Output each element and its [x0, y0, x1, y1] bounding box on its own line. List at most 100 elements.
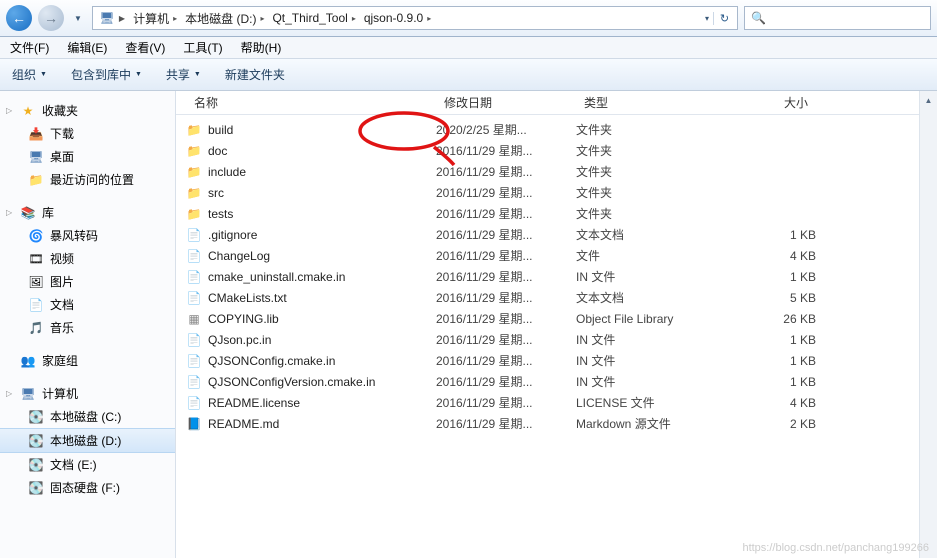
file-date: 2016/11/29 星期... [436, 268, 576, 285]
file-type: Object File Library [576, 312, 736, 326]
sidebar-computer[interactable]: ▷🖥计算机 [0, 382, 175, 405]
file-row[interactable]: 📄QJson.pc.in2016/11/29 星期...IN 文件1 KB [176, 329, 937, 350]
watermark: https://blog.csdn.net/panchang199266 [742, 542, 929, 554]
file-row[interactable]: 📘README.md2016/11/29 星期...Markdown 源文件2 … [176, 413, 937, 434]
file-type: 文件夹 [576, 142, 736, 159]
sidebar-item-downloads[interactable]: 📥下载 [0, 122, 175, 145]
scrollbar-vertical[interactable]: ▲ [919, 91, 937, 558]
recent-icon: 📁 [28, 172, 44, 188]
address-bar[interactable]: 🖥▶ 计算机▸ 本地磁盘 (D:)▸ Qt_Third_Tool▸ qjson-… [92, 6, 738, 30]
file-icon: 📄 [186, 290, 202, 306]
breadcrumb-segment[interactable]: qjson-0.9.0▸ [360, 11, 435, 25]
sidebar-item-storm[interactable]: 🌀暴风转码 [0, 224, 175, 247]
history-dropdown-icon[interactable]: ▼ [70, 14, 86, 23]
file-row[interactable]: 📄QJSONConfigVersion.cmake.in2016/11/29 星… [176, 371, 937, 392]
sidebar-item-drive-c[interactable]: 💽本地磁盘 (C:) [0, 405, 175, 428]
include-library-button[interactable]: 包含到库中 ▼ [71, 66, 142, 83]
file-type: 文件夹 [576, 121, 736, 138]
file-row[interactable]: 📁build2020/2/25 星期...文件夹 [176, 119, 937, 140]
sidebar-favorites[interactable]: ▷★收藏夹 [0, 99, 175, 122]
organize-button[interactable]: 组织 ▼ [12, 66, 47, 83]
sidebar-item-music[interactable]: 🎵音乐 [0, 316, 175, 339]
file-name: src [208, 186, 224, 200]
sidebar-item-drive-f[interactable]: 💽固态硬盘 (F:) [0, 476, 175, 499]
file-date: 2016/11/29 星期... [436, 373, 576, 390]
file-type: 文件 [576, 247, 736, 264]
file-row[interactable]: 📄ChangeLog2016/11/29 星期...文件4 KB [176, 245, 937, 266]
file-row[interactable]: 📄.gitignore2016/11/29 星期...文本文档1 KB [176, 224, 937, 245]
nav-bar: ← → ▼ 🖥▶ 计算机▸ 本地磁盘 (D:)▸ Qt_Third_Tool▸ … [0, 0, 937, 37]
new-folder-button[interactable]: 新建文件夹 [225, 66, 285, 83]
folder-icon: 📁 [186, 143, 202, 159]
sidebar-homegroup[interactable]: 👥家庭组 [0, 349, 175, 372]
search-input[interactable]: 🔍 [744, 6, 931, 30]
file-name: doc [208, 144, 227, 158]
chevron-down-icon: ▷ [6, 106, 14, 115]
document-icon: 📄 [28, 297, 44, 313]
menu-file[interactable]: 文件(F) [10, 39, 49, 56]
file-size: 1 KB [736, 228, 816, 242]
file-row[interactable]: 📄README.license2016/11/29 星期...LICENSE 文… [176, 392, 937, 413]
column-date[interactable]: 修改日期 [436, 94, 576, 111]
file-row[interactable]: ▦COPYING.lib2016/11/29 星期...Object File … [176, 308, 937, 329]
storm-icon: 🌀 [28, 228, 44, 244]
menu-view[interactable]: 查看(V) [125, 39, 165, 56]
sidebar-item-desktop[interactable]: 🖥桌面 [0, 145, 175, 168]
column-size[interactable]: 大小 [736, 94, 816, 111]
file-name: CMakeLists.txt [208, 291, 287, 305]
column-name[interactable]: 名称 [186, 94, 436, 111]
drive-icon: 💽 [28, 409, 44, 425]
forward-button[interactable]: → [38, 5, 64, 31]
file-type: 文本文档 [576, 289, 736, 306]
file-name: QJson.pc.in [208, 333, 271, 347]
toolbar: 组织 ▼ 包含到库中 ▼ 共享 ▼ 新建文件夹 [0, 59, 937, 91]
sidebar-item-drive-d[interactable]: 💽本地磁盘 (D:) [0, 428, 175, 453]
file-name: .gitignore [208, 228, 257, 242]
file-icon: 📄 [186, 269, 202, 285]
file-pane: 名称 修改日期 类型 大小 📁build2020/2/25 星期...文件夹 📁 d… [176, 91, 937, 558]
file-date: 2016/11/29 星期... [436, 289, 576, 306]
breadcrumb-segment[interactable]: Qt_Third_Tool▸ [268, 11, 359, 25]
file-name: build [208, 123, 233, 137]
file-row[interactable]: 📄QJSONConfig.cmake.in2016/11/29 星期...IN … [176, 350, 937, 371]
file-size: 4 KB [736, 396, 816, 410]
breadcrumb-segment[interactable]: 计算机▸ [129, 10, 181, 27]
file-type: IN 文件 [576, 352, 736, 369]
column-headers: 名称 修改日期 类型 大小 [176, 91, 937, 115]
video-icon: 🎞 [28, 251, 44, 267]
file-date: 2016/11/29 星期... [436, 163, 576, 180]
sidebar-libraries[interactable]: ▷📚库 [0, 201, 175, 224]
computer-icon: 🖥 [20, 386, 36, 402]
file-size: 26 KB [736, 312, 816, 326]
file-type: LICENSE 文件 [576, 394, 736, 411]
file-type: Markdown 源文件 [576, 415, 736, 432]
sidebar-item-video[interactable]: 🎞视频 [0, 247, 175, 270]
file-row[interactable]: 📁src2016/11/29 星期...文件夹 [176, 182, 937, 203]
file-row[interactable]: 📁tests2016/11/29 星期...文件夹 [176, 203, 937, 224]
sidebar-item-recent[interactable]: 📁最近访问的位置 [0, 168, 175, 191]
file-row[interactable]: 📁doc2016/11/29 星期...文件夹 [176, 140, 937, 161]
file-row[interactable]: 📄cmake_uninstall.cmake.in2016/11/29 星期..… [176, 266, 937, 287]
file-date: 2016/11/29 星期... [436, 310, 576, 327]
address-dropdown-icon[interactable]: ▾ [701, 14, 713, 23]
file-size: 1 KB [736, 375, 816, 389]
file-icon: 📄 [186, 395, 202, 411]
sidebar: ▷★收藏夹 📥下载 🖥桌面 📁最近访问的位置 ▷📚库 🌀暴风转码 🎞视频 🖼图片… [0, 91, 176, 558]
file-row[interactable]: 📁include2016/11/29 星期...文件夹 [176, 161, 937, 182]
refresh-button[interactable]: ↻ [713, 12, 735, 25]
sidebar-item-drive-e[interactable]: 💽文档 (E:) [0, 453, 175, 476]
share-button[interactable]: 共享 ▼ [166, 66, 201, 83]
file-row[interactable]: 📄CMakeLists.txt2016/11/29 星期...文本文档5 KB [176, 287, 937, 308]
menu-tools[interactable]: 工具(T) [183, 39, 222, 56]
breadcrumb-segment[interactable]: 本地磁盘 (D:)▸ [181, 10, 268, 27]
drive-icon: 💽 [28, 457, 44, 473]
menu-edit[interactable]: 编辑(E) [67, 39, 107, 56]
sidebar-item-documents[interactable]: 📄文档 [0, 293, 175, 316]
sidebar-item-pictures[interactable]: 🖼图片 [0, 270, 175, 293]
scroll-up-icon[interactable]: ▲ [920, 91, 937, 109]
column-type[interactable]: 类型 [576, 94, 736, 111]
file-name: README.license [208, 396, 300, 410]
menu-help[interactable]: 帮助(H) [241, 39, 282, 56]
file-date: 2016/11/29 星期... [436, 184, 576, 201]
back-button[interactable]: ← [6, 5, 32, 31]
